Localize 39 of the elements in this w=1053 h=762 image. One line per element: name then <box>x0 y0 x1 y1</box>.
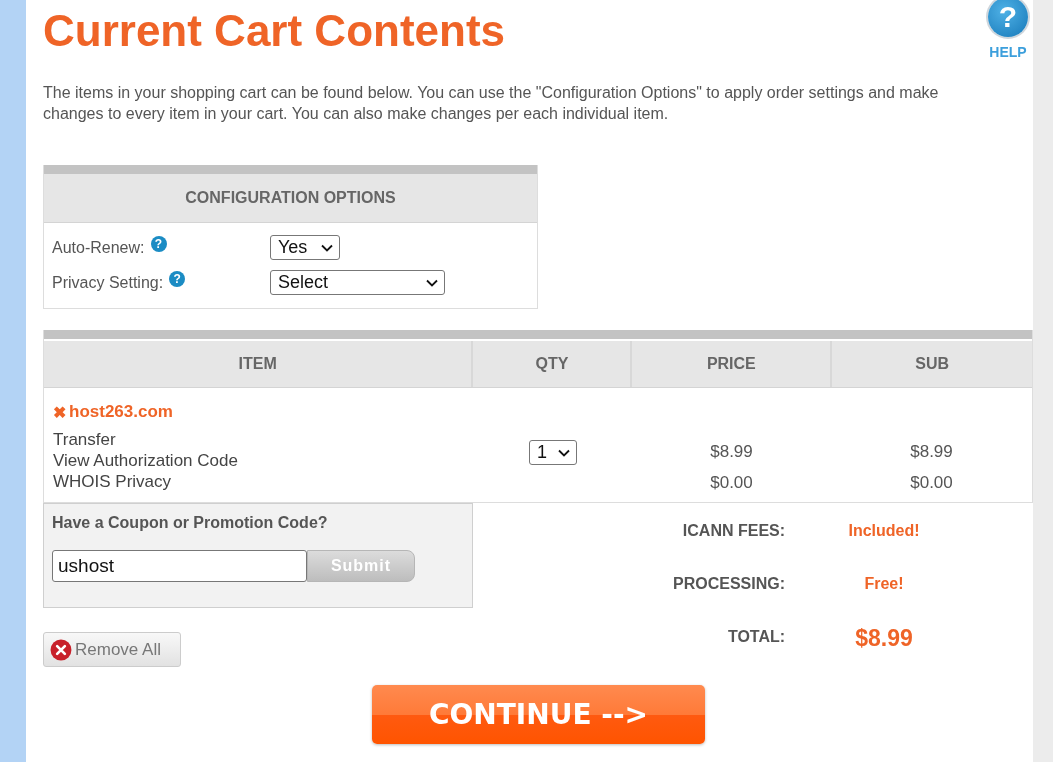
column-header: QTY <box>473 341 633 387</box>
help-icon: ? <box>988 0 1028 37</box>
coupon-heading: Have a Coupon or Promotion Code? <box>52 514 329 532</box>
total-value: Free! <box>863 574 905 594</box>
total-label: TOTAL: <box>726 627 786 647</box>
chevron-icon <box>321 243 333 252</box>
total-value: $8.99 <box>854 625 914 653</box>
remove-all-button[interactable]: Remove All <box>43 632 181 667</box>
panel-heading: CONFIGURATION OPTIONS <box>44 174 537 223</box>
chevron-icon <box>558 448 570 457</box>
info-icon[interactable]: ? <box>150 235 167 252</box>
item-detail: View Authorization Code <box>53 450 239 471</box>
page-title: Current Cart Contents <box>43 6 506 56</box>
column-header: SUB <box>914 354 950 374</box>
close-icon <box>50 638 72 661</box>
quantity-dropdown[interactable]: 1 <box>529 440 577 465</box>
dropdown[interactable]: Yes <box>270 235 340 260</box>
item-detail: WHOIS Privacy <box>53 471 173 492</box>
total-value: Included! <box>847 521 921 541</box>
total-label: ICANN FEES: <box>681 521 786 541</box>
domain-name: host263.com <box>69 402 173 422</box>
column-header: ITEM <box>44 341 474 387</box>
price: $8.99 <box>710 442 753 462</box>
option-label: Auto-Renew: <box>52 238 145 257</box>
remove-item-link[interactable]: ✖ <box>53 402 66 422</box>
total-label: PROCESSING: <box>672 574 786 594</box>
option-label: Privacy Setting: <box>52 273 164 292</box>
subtotal: $0.00 <box>910 473 953 493</box>
dropdown[interactable]: Select <box>270 270 445 295</box>
coupon-field[interactable]: ushost <box>52 550 307 582</box>
help-link[interactable]: ? HELP <box>983 0 1033 60</box>
item-detail: Transfer <box>53 429 117 450</box>
info-icon[interactable]: ? <box>169 270 186 287</box>
chevron-icon <box>426 278 438 287</box>
price: $0.00 <box>710 473 753 493</box>
subtotal: $8.99 <box>910 442 953 462</box>
column-header: PRICE <box>632 341 833 387</box>
continue-button[interactable]: CONTINUE --> <box>372 685 705 744</box>
intro-text: The items in your shopping cart can be found below. You can use the "Configuration Options" to apply order settings and make changes to every item in your cart. You can also make changes per each individual item. <box>43 83 940 124</box>
